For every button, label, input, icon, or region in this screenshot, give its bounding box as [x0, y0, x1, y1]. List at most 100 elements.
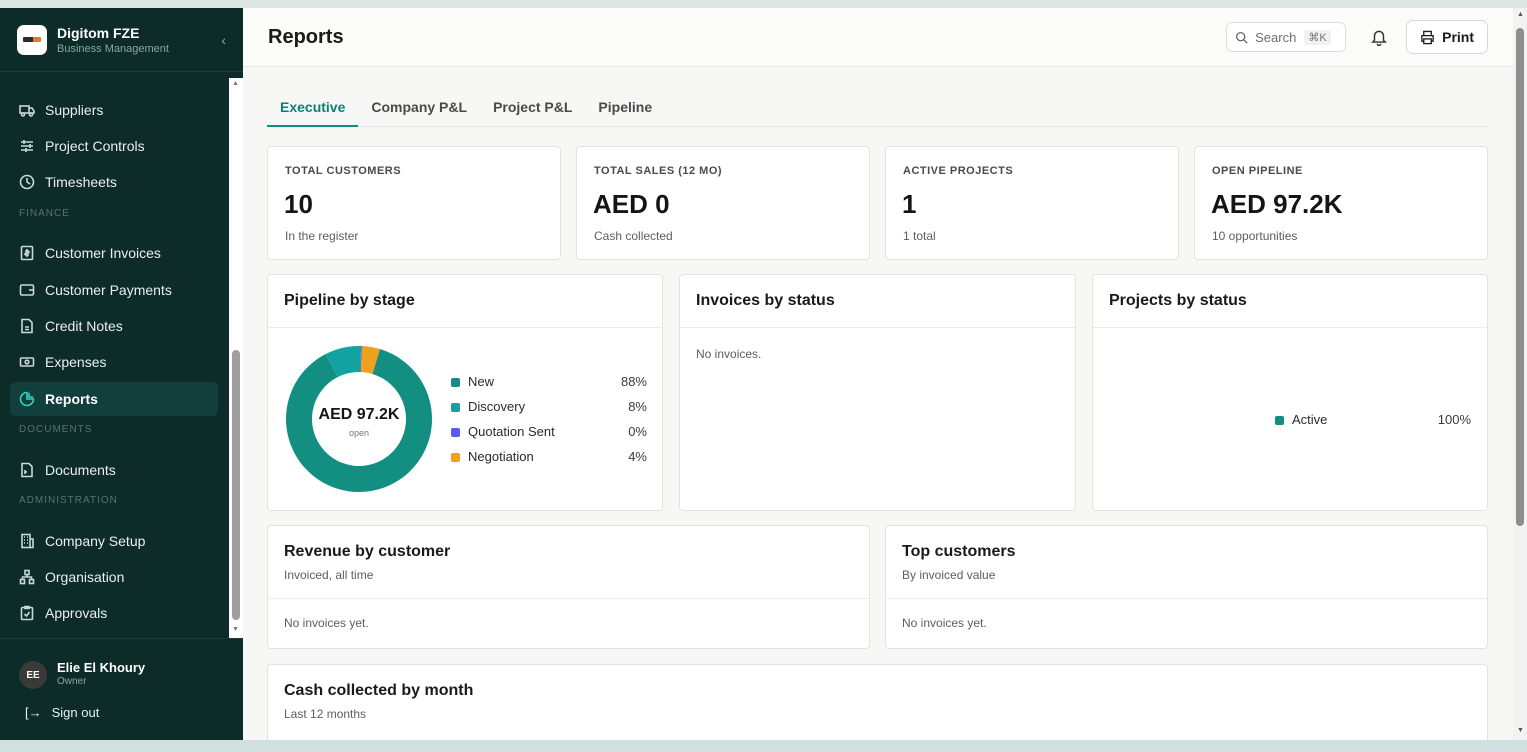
sidebar-item-timesheets[interactable]: Timesheets [10, 165, 218, 199]
avatar[interactable]: EE [19, 661, 47, 689]
page-header: Reports Search ⌘K Print [243, 8, 1513, 67]
panel-subtitle: Last 12 months [284, 707, 367, 721]
printer-icon [1421, 30, 1434, 44]
empty-state: No invoices yet. [284, 616, 369, 630]
kpi-label: OPEN PIPELINE [1212, 165, 1303, 177]
search-label: Search [1255, 29, 1297, 45]
pipeline-by-stage-card: Pipeline by stage AED 97.2K open New 88%… [267, 274, 663, 511]
sidebar-item-documents[interactable]: Documents [10, 453, 218, 487]
print-label: Print [1442, 29, 1474, 45]
sidebar-item-label: Customer Payments [45, 282, 172, 298]
sidebar-item-label: Timesheets [45, 174, 117, 190]
company-name: Digitom FZE [57, 24, 140, 41]
sidebar-item-customer-invoices[interactable]: Customer Invoices [10, 236, 218, 270]
sidebar-item-label: Approvals [45, 605, 108, 621]
kpi-value: 10 [284, 189, 313, 219]
panel-subtitle: By invoiced value [902, 568, 996, 582]
sidebar-item-label: Customer Invoices [45, 245, 161, 261]
kpi-value: 1 [902, 189, 917, 219]
sidebar-item-customer-payments[interactable]: Customer Payments [10, 273, 218, 307]
legend-percent: 8% [628, 399, 647, 414]
document-icon [21, 462, 33, 478]
main-content: Reports Search ⌘K Print Executive Compan… [243, 8, 1513, 740]
sidebar-item-approvals[interactable]: Approvals [10, 596, 218, 630]
wallet-icon [19, 284, 35, 296]
kpi-card-open-pipeline: OPEN PIPELINE AED 97.2K 10 opportunities [1194, 146, 1488, 260]
panel-title: Cash collected by month [284, 682, 474, 699]
empty-state: No invoices. [696, 347, 762, 361]
clock-icon [19, 174, 35, 190]
sidebar-item-label: Documents [45, 462, 116, 478]
sidebar-item-label: Reports [45, 391, 98, 407]
print-button[interactable]: Print [1406, 20, 1488, 54]
kpi-value: AED 0 [593, 189, 670, 219]
empty-state: No invoices yet. [902, 616, 987, 630]
truck-icon [19, 105, 35, 117]
legend-item: Quotation Sent 0% [451, 424, 647, 442]
kpi-label: TOTAL SALES (12 MO) [594, 165, 723, 177]
scroll-up-icon[interactable]: ▲ [232, 80, 239, 87]
sidebar-item-label: Company Setup [45, 533, 146, 549]
tab-executive[interactable]: Executive [267, 94, 359, 127]
sidebar-item-expenses[interactable]: Expenses [10, 345, 218, 379]
kpi-label: TOTAL CUSTOMERS [285, 165, 402, 177]
sidebar-item-label: Credit Notes [45, 318, 123, 334]
sidebar-item-credit-notes[interactable]: Credit Notes [10, 309, 218, 343]
legend-label: Discovery [468, 399, 526, 414]
sidebar-nav: Suppliers Project Controls Timesheets FI… [0, 72, 229, 638]
window-bottom-edge [0, 740, 1527, 752]
search-icon [1236, 31, 1248, 44]
sign-out-label: Sign out [51, 705, 100, 720]
legend-label: Quotation Sent [468, 424, 555, 439]
panel-subtitle: Invoiced, all time [284, 568, 374, 582]
collapse-sidebar-icon[interactable]: ‹ [221, 32, 226, 48]
search-shortcut: ⌘K [1304, 29, 1331, 45]
org-chart-icon [19, 569, 35, 585]
panel-title: Pipeline by stage [268, 275, 662, 328]
invoice-icon [20, 245, 34, 261]
tab-project-pl[interactable]: Project P&L [480, 94, 585, 127]
clipboard-check-icon [20, 605, 34, 621]
sidebar-item-suppliers[interactable]: Suppliers [10, 93, 218, 127]
revenue-by-customer-card: Revenue by customer Invoiced, all time N… [267, 525, 870, 649]
kpi-card-total-sales: TOTAL SALES (12 MO) AED 0 Cash collected [576, 146, 870, 260]
sidebar-scrollbar[interactable]: ▲ ▼ [229, 78, 243, 638]
sidebar-scroll-thumb[interactable] [232, 350, 240, 620]
sidebar-item-company-setup[interactable]: Company Setup [10, 524, 218, 558]
sidebar-item-organisation[interactable]: Organisation [10, 560, 218, 594]
user-role: Owner [57, 676, 87, 687]
kpi-label: ACTIVE PROJECTS [903, 165, 1014, 177]
panel-title: Projects by status [1093, 275, 1487, 328]
bell-icon[interactable] [1370, 28, 1388, 46]
page-title: Reports [268, 25, 344, 48]
scroll-up-icon[interactable]: ▲ [1517, 11, 1524, 18]
report-tabs: Executive Company P&L Project P&L Pipeli… [267, 94, 1488, 127]
legend-swatch [451, 403, 460, 412]
sidebar-item-reports[interactable]: Reports [10, 382, 218, 416]
kpi-card-total-customers: TOTAL CUSTOMERS 10 In the register [267, 146, 561, 260]
panel-title: Revenue by customer [284, 543, 451, 560]
kpi-value: AED 97.2K [1211, 189, 1343, 219]
tab-pipeline[interactable]: Pipeline [585, 94, 665, 127]
tab-company-pl[interactable]: Company P&L [358, 94, 480, 127]
main-scroll-thumb[interactable] [1516, 28, 1524, 526]
search-button[interactable]: Search ⌘K [1226, 22, 1347, 52]
sign-out-icon: [→ [25, 705, 42, 720]
scroll-down-icon[interactable]: ▼ [232, 626, 239, 633]
legend-percent: 4% [628, 449, 647, 464]
invoices-by-status-card: Invoices by status No invoices. [679, 274, 1076, 511]
sign-out-button[interactable]: [→ Sign out [25, 705, 99, 720]
main-scrollbar[interactable]: ▲ ▼ [1513, 8, 1527, 740]
donut-center-value: AED 97.2K [319, 406, 400, 423]
legend-swatch [451, 428, 460, 437]
pipeline-donut-chart: AED 97.2K open [286, 346, 432, 492]
cash-collected-card: Cash collected by month Last 12 months [267, 664, 1488, 740]
scroll-down-icon[interactable]: ▼ [1517, 727, 1524, 734]
legend-label: Negotiation [468, 449, 534, 464]
legend-swatch [1275, 416, 1284, 425]
sliders-icon [21, 140, 33, 152]
company-subtitle: Business Management [57, 42, 169, 55]
sidebar-item-project-controls[interactable]: Project Controls [10, 129, 218, 163]
legend-percent: 0% [628, 424, 647, 439]
section-administration: ADMINISTRATION [19, 495, 118, 506]
